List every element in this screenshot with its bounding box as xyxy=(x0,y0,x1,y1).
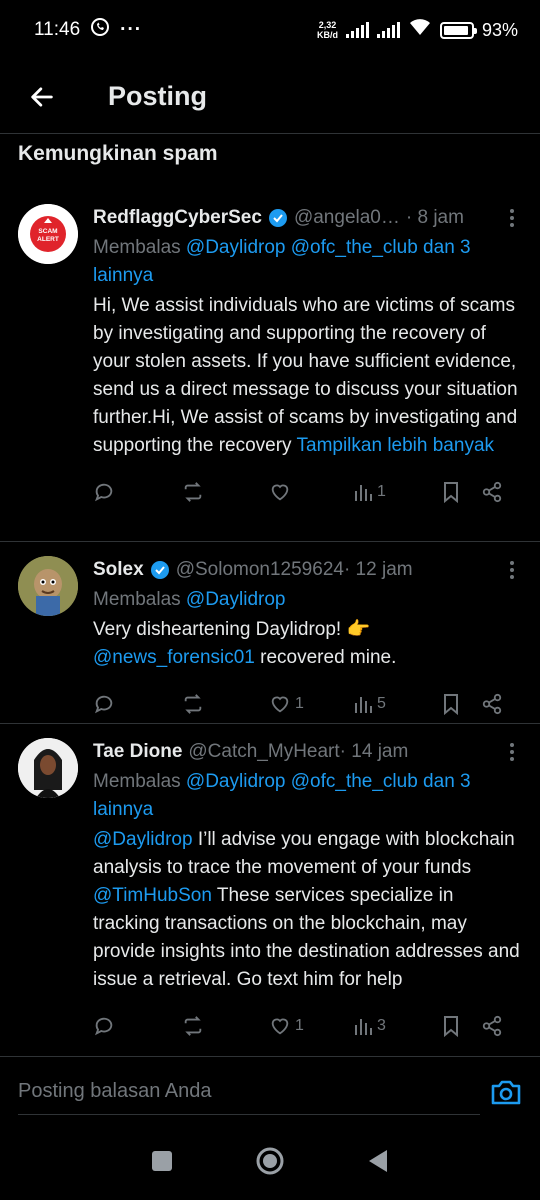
like-button[interactable]: 1 xyxy=(269,1015,353,1037)
more-notifications-icon: ··· xyxy=(120,19,143,40)
share-button[interactable] xyxy=(481,1015,503,1037)
post-time: · 8 jam xyxy=(405,207,464,228)
signal-2-icon xyxy=(376,22,400,38)
post-text: Hi, We assist individuals who are victim… xyxy=(93,295,518,456)
comment-icon xyxy=(94,695,113,714)
share-icon xyxy=(482,1015,502,1037)
bookmark-icon xyxy=(444,1016,458,1037)
views-chart-icon xyxy=(355,1019,372,1035)
back-nav-button[interactable] xyxy=(367,1149,389,1178)
reply-to: Membalas @Daylidrop @ofc_the_club dan 3 … xyxy=(93,237,471,286)
reply-bar xyxy=(0,1056,540,1126)
repost-button[interactable] xyxy=(181,1015,269,1037)
signal-1-icon xyxy=(345,22,369,38)
post-actions: 1 5 xyxy=(93,678,522,730)
netspeed: 2,32 KB/d xyxy=(316,20,338,40)
comment-icon xyxy=(94,483,113,502)
verified-badge-icon xyxy=(150,561,169,579)
avatar[interactable]: SCAM ALERT xyxy=(18,204,78,264)
repost-icon xyxy=(184,482,202,502)
like-button[interactable]: 1 xyxy=(269,693,353,715)
reply-post[interactable]: SCAM ALERT RedflaggCyberSec @angela0… · … xyxy=(0,190,540,542)
arrow-left-icon xyxy=(31,86,53,107)
svg-text:SCAM: SCAM xyxy=(38,228,57,235)
share-icon xyxy=(482,481,502,503)
views-button[interactable]: 5 xyxy=(353,694,441,714)
post-time: · 14 jam xyxy=(339,741,409,762)
more-options-icon[interactable] xyxy=(502,208,522,228)
bookmark-button[interactable] xyxy=(441,481,481,503)
bookmark-button[interactable] xyxy=(441,693,481,715)
post-time: · 12 jam xyxy=(343,559,413,580)
status-bar: 11:46 ··· 2,32 KB/d 93% xyxy=(0,0,540,60)
camera-button[interactable] xyxy=(490,1077,522,1107)
post-text: Very disheartening Daylidrop! 👉 @news_fo… xyxy=(93,619,397,668)
whatsapp-icon xyxy=(90,17,110,43)
author-handle[interactable]: @angela0… xyxy=(294,207,400,229)
triangle-back-icon xyxy=(369,1149,387,1172)
like-button[interactable] xyxy=(269,481,353,503)
show-more-link[interactable]: Tampilkan lebih banyak xyxy=(297,435,495,456)
system-nav-bar xyxy=(0,1126,540,1200)
author-name[interactable]: Tae Dione xyxy=(93,741,182,763)
mention-link[interactable]: @Daylidrop xyxy=(93,829,193,850)
views-chart-icon xyxy=(355,485,372,501)
post-text: @Daylidrop I’ll advise you engage with b… xyxy=(93,829,520,990)
share-icon xyxy=(482,693,502,715)
mention-link[interactable]: @TimHubSon xyxy=(93,885,212,906)
bookmark-icon xyxy=(444,482,458,503)
reply-to: Membalas @Daylidrop @ofc_the_club dan 3 … xyxy=(93,771,471,820)
reply-to: Membalas @Daylidrop xyxy=(93,589,286,610)
reply-button[interactable] xyxy=(93,693,181,715)
repost-icon xyxy=(184,694,202,714)
back-button[interactable] xyxy=(12,67,72,127)
post-actions: 1 3 xyxy=(93,1000,522,1052)
battery-percent: 93% xyxy=(481,19,518,40)
bookmark-icon xyxy=(444,694,458,715)
camera-icon xyxy=(491,1080,521,1104)
author-name[interactable]: Solex xyxy=(93,559,144,581)
page-title: Posting xyxy=(108,81,207,111)
recents-button[interactable] xyxy=(151,1150,173,1177)
svg-text:ALERT: ALERT xyxy=(37,236,59,243)
author-name[interactable]: RedflaggCyberSec xyxy=(93,207,262,229)
replies-feed: SCAM ALERT RedflaggCyberSec @angela0… · … xyxy=(0,190,540,1056)
reply-post[interactable]: Solex @Solomon1259624 · 12 jam Membalas … xyxy=(0,542,540,724)
heart-icon xyxy=(271,696,289,713)
share-button[interactable] xyxy=(481,481,503,503)
share-button[interactable] xyxy=(481,693,503,715)
repost-icon xyxy=(184,1016,202,1036)
heart-icon xyxy=(271,1018,289,1035)
top-nav: Posting xyxy=(0,60,540,134)
avatar[interactable] xyxy=(18,738,78,798)
reply-input[interactable] xyxy=(18,1068,480,1115)
heart-icon xyxy=(271,484,289,501)
views-chart-icon xyxy=(355,697,372,713)
more-options-icon[interactable] xyxy=(502,560,522,580)
repost-button[interactable] xyxy=(181,693,269,715)
reply-button[interactable] xyxy=(93,481,181,503)
section-title: Kemungkinan spam xyxy=(18,142,218,165)
comment-icon xyxy=(94,1017,113,1036)
more-options-icon[interactable] xyxy=(502,742,522,762)
wifi-icon xyxy=(408,17,432,43)
avatar[interactable] xyxy=(18,556,78,616)
reply-button[interactable] xyxy=(93,1015,181,1037)
square-icon xyxy=(152,1150,172,1171)
author-handle[interactable]: @Catch_MyHeart xyxy=(188,741,339,763)
reply-to-users-link[interactable]: @Daylidrop xyxy=(186,589,286,610)
views-button[interactable]: 1 xyxy=(353,482,441,502)
verified-badge-icon xyxy=(268,209,287,227)
battery-icon xyxy=(439,21,477,39)
bookmark-button[interactable] xyxy=(441,1015,481,1037)
post-actions: 1 xyxy=(93,466,522,518)
repost-button[interactable] xyxy=(181,481,269,503)
home-button[interactable] xyxy=(255,1146,285,1181)
reply-post[interactable]: Tae Dione @Catch_MyHeart · 14 jam Membal… xyxy=(0,724,540,1056)
mention-link[interactable]: @news_forensic01 xyxy=(93,647,255,668)
author-handle[interactable]: @Solomon1259624 xyxy=(176,559,344,581)
status-time: 11:46 xyxy=(34,19,81,40)
circle-icon xyxy=(256,1147,284,1174)
views-button[interactable]: 3 xyxy=(353,1016,441,1036)
